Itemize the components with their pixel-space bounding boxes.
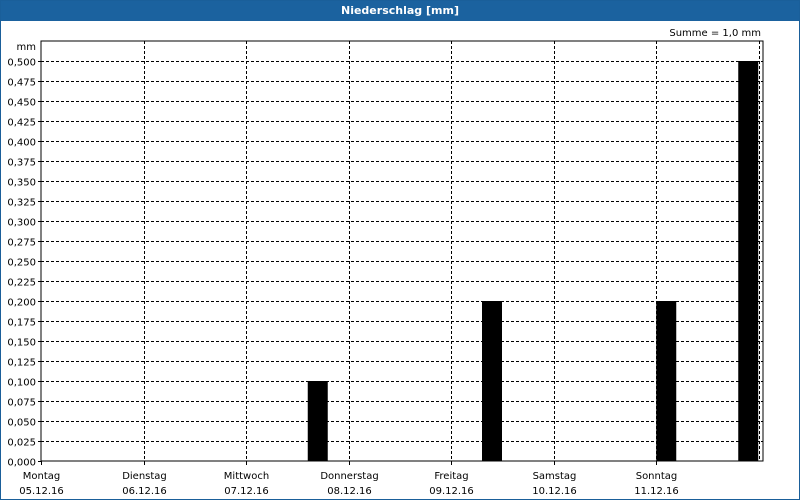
precipitation-bar: [656, 301, 677, 461]
y-tick-label: 0,075: [7, 398, 36, 409]
precipitation-bar: [307, 381, 328, 461]
y-tick-label: 0,500: [7, 58, 36, 69]
x-tick-day-label: Mittwoch: [224, 471, 269, 482]
y-tick-label: 0,475: [7, 78, 36, 89]
x-tick-date-label: 06.12.16: [122, 486, 167, 497]
y-tick-label: 0,225: [7, 278, 36, 289]
x-tick-date-label: 08.12.16: [327, 486, 372, 497]
x-tick-date-label: 10.12.16: [532, 486, 577, 497]
y-tick-label: 0,200: [7, 298, 36, 309]
grid-lines: [41, 41, 763, 461]
x-tick-day-label: Dienstag: [122, 471, 167, 482]
x-tick-date-label: 05.12.16: [19, 486, 64, 497]
y-tick-label: 0,025: [7, 438, 36, 449]
y-tick-label: 0,125: [7, 358, 36, 369]
plot-area-border: [40, 40, 764, 462]
y-tick-label: 0,450: [7, 98, 36, 109]
y-tick-label: 0,425: [7, 118, 36, 129]
y-axis-ticks: 0,000 0,025 0,050 0,075 0,100 0,125 0,150 0,175…: [7, 58, 41, 469]
x-tick-day-label: Montag: [23, 471, 60, 482]
y-tick-label: 0,325: [7, 198, 36, 209]
y-tick-label: 0,000: [7, 458, 36, 469]
x-tick-day-label: Samstag: [533, 471, 577, 482]
precipitation-bar: [738, 61, 759, 461]
x-tick-day-label: Freitag: [434, 471, 468, 482]
y-tick-label: 0,175: [7, 318, 36, 329]
y-tick-label: 0,300: [7, 218, 36, 229]
y-tick-label: 0,375: [7, 158, 36, 169]
y-tick-label: 0,150: [7, 338, 36, 349]
y-tick-label: 0,350: [7, 178, 36, 189]
x-tick-date-label: 09.12.16: [429, 486, 474, 497]
x-tick-date-label: 11.12.16: [634, 486, 679, 497]
precipitation-bar: [482, 301, 502, 461]
y-tick-label: 0,050: [7, 418, 36, 429]
x-tick-date-label: 07.12.16: [224, 486, 269, 497]
y-tick-label: 0,275: [7, 238, 36, 249]
x-axis-ticks: Montag 05.12.16 Dienstag 06.12.16 Mittwoch 07…: [19, 461, 679, 497]
y-tick-label: 0,250: [7, 258, 36, 269]
y-axis-unit-label: mm: [17, 42, 36, 53]
sum-annotation: Summe = 1,0 mm: [669, 28, 761, 39]
y-tick-label: 0,100: [7, 378, 36, 389]
precipitation-chart: 0,000 0,025 0,050 0,075 0,100 0,125 0,150 0,175…: [7, 28, 764, 497]
x-tick-day-label: Sonntag: [636, 471, 678, 482]
x-tick-day-label: Donnerstag: [320, 471, 378, 482]
y-tick-label: 0,400: [7, 138, 36, 149]
